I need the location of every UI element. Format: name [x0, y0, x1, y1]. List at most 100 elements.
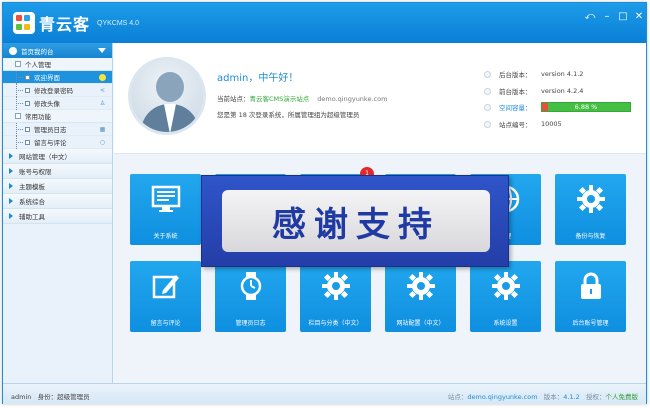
- status-license-label: 授权：: [586, 393, 606, 401]
- info-icon: [484, 87, 491, 95]
- tree-line: [16, 129, 23, 130]
- tile-label: 后台账号管理: [572, 320, 609, 327]
- status-site-url[interactable]: demo.qingyunke.com: [467, 393, 537, 401]
- person-icon: ♙: [99, 100, 106, 107]
- brand-name: 青云客: [39, 15, 91, 34]
- info-icon: [484, 120, 491, 128]
- sidebar-item-change-avatar[interactable]: 修改头像 ♙: [3, 97, 112, 110]
- sidebar-section-themes[interactable]: 主题模板: [3, 179, 112, 194]
- tile-admin-accounts[interactable]: 后台账号管理: [555, 261, 626, 332]
- sidebar-section-label: 系统综合: [19, 198, 45, 206]
- tile-label: 管理员日志: [235, 320, 266, 327]
- sidebar: 首页我的台 个人管理 欢迎界面 修改登录密码 < 修改头像 ♙ 常用功能 管理员…: [3, 43, 113, 383]
- page-icon: [25, 126, 30, 132]
- sidebar-group-label: 常用功能: [25, 113, 51, 121]
- page-icon: [25, 139, 30, 145]
- status-username: admin: [11, 393, 32, 401]
- info-icon: [484, 70, 491, 78]
- status-site-label: 站点：: [447, 393, 468, 401]
- sidebar-header-label: 首页我的台: [21, 47, 54, 56]
- stat-backend-version: 后台版本： version 4.1.2: [484, 68, 583, 80]
- caret-right-icon: [9, 168, 13, 174]
- tile-columns-categories[interactable]: 栏目与分类（中文）: [300, 261, 371, 332]
- sidebar-header[interactable]: 首页我的台: [3, 43, 112, 58]
- tile-comments[interactable]: 留言与评论: [130, 261, 201, 332]
- tile-about-system[interactable]: 关于系统: [130, 174, 201, 245]
- sidebar-item-label: 修改头像: [34, 100, 60, 108]
- stat-label: 站点编号：: [499, 121, 532, 129]
- gear-icon: [322, 272, 350, 300]
- page-icon: [25, 87, 30, 93]
- tile-site-config[interactable]: 网站配置（中文）: [385, 261, 456, 332]
- tree-line: [16, 103, 23, 104]
- watch-icon: [240, 272, 262, 300]
- stat-label: 空间容量：: [499, 104, 532, 112]
- sidebar-group-common[interactable]: 常用功能: [3, 110, 112, 123]
- caret-right-icon: [9, 198, 13, 204]
- caret-right-icon: [9, 153, 13, 159]
- app-window: 青云客 QYKCMS 4.0 ⤺ – □ ✕ 首页我的台 个人管理 欢迎界面 修…: [2, 2, 647, 404]
- status-version-label: 版本：: [543, 393, 564, 401]
- edit-icon: [152, 275, 179, 299]
- caret-right-icon: [9, 183, 13, 189]
- status-user: admin 身份：超级管理员: [11, 391, 90, 401]
- folder-icon: [15, 113, 21, 119]
- gear-icon: [9, 46, 17, 55]
- stat-value: 10005: [541, 120, 562, 128]
- status-license: 个人免费版: [605, 393, 639, 401]
- info-icon: [484, 103, 491, 111]
- tile-label: 备份与恢复: [575, 233, 606, 240]
- stat-value: version 4.1.2: [541, 70, 584, 78]
- sidebar-item-label: 管理员日志: [34, 126, 67, 134]
- logo-icon: [13, 12, 35, 34]
- current-site: 当前站点：青云客CMS演示站点 demo.qingyunke.com: [217, 93, 387, 103]
- sidebar-item-comments[interactable]: 留言与评论 ○: [3, 136, 112, 149]
- close-icon[interactable]: ✕: [632, 11, 646, 22]
- thanks-text: 感谢支持: [222, 190, 490, 252]
- stat-label: 后台版本：: [499, 71, 532, 79]
- tile-backup-restore[interactable]: 备份与恢复: [555, 174, 626, 245]
- tile-system-settings[interactable]: 系统设置: [470, 261, 541, 332]
- page-icon: [25, 74, 30, 80]
- tile-admin-log[interactable]: 管理员日志: [215, 261, 286, 332]
- title-bar: 青云客 QYKCMS 4.0 ⤺ – □ ✕: [3, 3, 646, 43]
- welcome-panel: admin，中午好！ 当前站点：青云客CMS演示站点 demo.qingyunke…: [114, 43, 646, 153]
- tile-label: 网站配置（中文）: [396, 320, 445, 327]
- sidebar-section-tools[interactable]: 辅助工具: [3, 209, 112, 224]
- minimize-icon[interactable]: –: [600, 11, 614, 22]
- folder-icon: [15, 61, 21, 67]
- share-icon: <: [99, 87, 106, 94]
- avatar-head: [156, 72, 184, 102]
- tile-label: 系统设置: [493, 320, 518, 327]
- status-version: 4.1.2: [563, 393, 580, 401]
- sidebar-section-label: 辅助工具: [19, 213, 45, 221]
- avatar[interactable]: [128, 57, 206, 135]
- site-name[interactable]: 青云客CMS演示站点: [250, 95, 310, 103]
- sidebar-item-welcome[interactable]: 欢迎界面: [3, 71, 112, 84]
- storage-progress-text: 6.88 %: [574, 103, 598, 111]
- maximize-icon[interactable]: □: [616, 11, 630, 22]
- sidebar-section-site-manage[interactable]: 网站管理（中文）: [3, 149, 112, 164]
- circle-icon: [99, 74, 106, 81]
- page-icon: [25, 100, 30, 106]
- lock-icon: [581, 272, 601, 299]
- sidebar-group-label: 个人管理: [25, 61, 51, 69]
- site-label: 当前站点：: [217, 95, 250, 103]
- sidebar-item-admin-log[interactable]: 管理员日志 ▦: [3, 123, 112, 136]
- sidebar-group-personal[interactable]: 个人管理: [3, 58, 112, 71]
- tree-line: [16, 77, 23, 78]
- app-version: QYKCMS 4.0: [97, 20, 140, 27]
- stat-label: 前台版本：: [499, 88, 532, 96]
- sidebar-section-accounts[interactable]: 账号与权限: [3, 164, 112, 179]
- site-url[interactable]: demo.qingyunke.com: [317, 95, 387, 103]
- stat-site-id: 站点编号： 10005: [484, 118, 562, 130]
- sidebar-section-label: 网站管理（中文）: [19, 153, 71, 161]
- tile-label: 留言与评论: [150, 320, 181, 327]
- tile-label: 栏目与分类（中文）: [308, 320, 363, 327]
- gear-icon: [492, 272, 520, 300]
- sidebar-item-change-password[interactable]: 修改登录密码 <: [3, 84, 112, 97]
- back-icon[interactable]: ⤺: [583, 11, 597, 22]
- sidebar-section-system[interactable]: 系统综合: [3, 194, 112, 209]
- stat-frontend-version: 前台版本： version 4.2.4: [484, 85, 583, 97]
- login-info: 您是第 18 次登录系统，所属管理组为超级管理员: [217, 111, 360, 119]
